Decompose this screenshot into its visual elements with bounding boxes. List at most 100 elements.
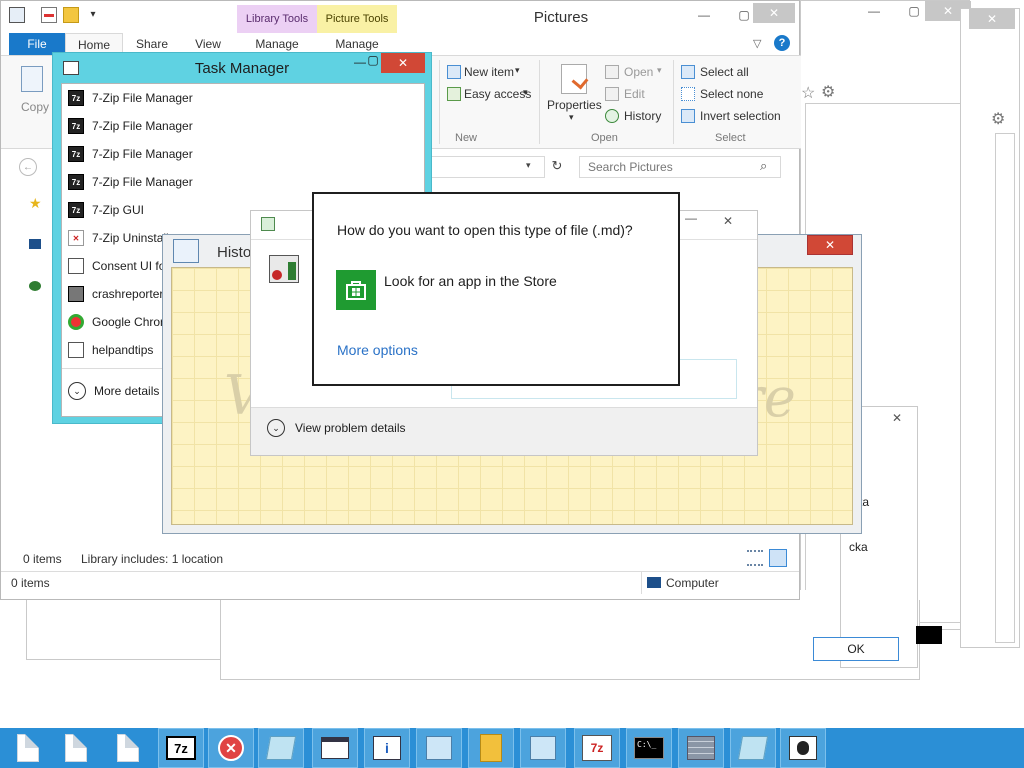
address-bar[interactable]: ▾ bbox=[431, 156, 545, 178]
list-item[interactable]: Google Chron bbox=[68, 308, 167, 336]
close-button[interactable]: ✕ bbox=[969, 9, 1015, 29]
properties-icon[interactable] bbox=[561, 64, 589, 94]
folder-icon[interactable] bbox=[468, 728, 514, 768]
7zip-icon[interactable]: 7z bbox=[158, 728, 204, 768]
list-item[interactable]: 7z 7-Zip File Manager bbox=[68, 84, 193, 112]
invert-selection-button[interactable]: Invert selection bbox=[700, 109, 781, 123]
easy-access-dropdown-icon[interactable]: ▾ bbox=[523, 87, 528, 98]
copy-button[interactable]: Copy bbox=[21, 100, 49, 114]
easy-access-button[interactable]: Easy access bbox=[464, 87, 531, 101]
network-icon[interactable] bbox=[29, 281, 41, 291]
7zip-icon: 7z bbox=[68, 90, 84, 106]
settings-icon[interactable]: ⚙ bbox=[821, 82, 835, 102]
select-all-icon bbox=[681, 65, 695, 79]
properties-icon[interactable] bbox=[41, 7, 57, 23]
background-window-2: ✕ ⚙ bbox=[960, 8, 1020, 648]
cmd-icon[interactable]: C:\_ bbox=[626, 728, 672, 768]
history-app-icon bbox=[173, 239, 199, 263]
search-input[interactable]: Search Pictures ⌕ bbox=[579, 156, 781, 178]
open-button[interactable]: Open bbox=[624, 65, 653, 79]
new-item-button[interactable]: New item bbox=[464, 65, 514, 79]
picture-tools-tab[interactable]: Picture Tools bbox=[317, 5, 397, 33]
window-icon[interactable] bbox=[312, 728, 358, 768]
more-details-button[interactable]: ⌄ More details bbox=[68, 380, 159, 402]
list-item[interactable]: ✕ 7-Zip Uninstall bbox=[68, 224, 169, 252]
crashreporter-icon bbox=[68, 286, 84, 302]
7zip-icon: 7z bbox=[68, 202, 84, 218]
file-icon[interactable] bbox=[114, 728, 142, 768]
list-item[interactable]: Consent UI fo bbox=[68, 252, 165, 280]
large-icons-view-icon[interactable] bbox=[769, 549, 787, 567]
search-icon[interactable]: ⌕ bbox=[760, 158, 767, 174]
list-item[interactable]: 7z 7-Zip File Manager bbox=[68, 168, 193, 196]
title-bar: ▾ Library Tools Picture Tools Pictures —… bbox=[1, 1, 801, 33]
new-folder-icon[interactable] bbox=[63, 7, 79, 23]
bug-icon[interactable] bbox=[780, 728, 826, 768]
list-item[interactable]: helpandtips bbox=[68, 336, 153, 364]
window-icon[interactable] bbox=[730, 728, 776, 768]
title-bar: Task Manager — ▢ ✕ bbox=[53, 53, 431, 83]
address-dropdown-icon[interactable]: ▾ bbox=[526, 160, 531, 171]
file-icon[interactable] bbox=[62, 728, 90, 768]
window-icon[interactable] bbox=[520, 728, 566, 768]
more-options-link[interactable]: More options bbox=[337, 342, 418, 358]
history-button[interactable]: History bbox=[624, 109, 661, 123]
store-icon[interactable] bbox=[336, 270, 376, 310]
customize-toolbar-icon[interactable]: ▾ bbox=[85, 7, 101, 23]
store-option-label[interactable]: Look for an app in the Store bbox=[384, 273, 557, 289]
chevron-down-icon: ⌄ bbox=[68, 382, 86, 400]
back-button[interactable]: ← bbox=[19, 158, 37, 176]
computer-icon bbox=[647, 577, 661, 588]
7zip-icon: 7z bbox=[68, 174, 84, 190]
favorites-icon[interactable]: ★ bbox=[29, 195, 42, 212]
close-button[interactable]: ✕ bbox=[705, 211, 751, 231]
list-item[interactable]: 7z 7-Zip GUI bbox=[68, 196, 144, 224]
firewall-icon[interactable] bbox=[678, 728, 724, 768]
help-icon[interactable]: ? bbox=[774, 35, 790, 51]
favorites-icon[interactable]: ☆ bbox=[801, 83, 815, 103]
view-problem-details-button[interactable]: ⌄ View problem details bbox=[267, 416, 406, 440]
new-item-dropdown-icon[interactable]: ▾ bbox=[515, 65, 520, 76]
window-icon[interactable] bbox=[258, 728, 304, 768]
window-icon bbox=[68, 258, 84, 274]
properties-button[interactable]: Properties bbox=[547, 98, 602, 112]
library-tools-tab[interactable]: Library Tools bbox=[237, 5, 317, 33]
select-none-icon bbox=[681, 87, 695, 101]
error-icon[interactable]: ✕ bbox=[208, 728, 254, 768]
computer-label: Computer bbox=[666, 576, 719, 590]
file-icon[interactable] bbox=[14, 728, 42, 768]
status-items: 0 items bbox=[23, 552, 62, 566]
open-dropdown-icon[interactable]: ▾ bbox=[657, 65, 662, 76]
select-none-button[interactable]: Select none bbox=[700, 87, 763, 101]
minimize-button[interactable]: — bbox=[681, 211, 701, 231]
ie-icon[interactable]: i bbox=[364, 728, 410, 768]
copy-icon[interactable] bbox=[21, 66, 43, 92]
window-icon[interactable] bbox=[416, 728, 462, 768]
7zip-uninstall-icon[interactable]: 7z bbox=[574, 728, 620, 768]
close-button[interactable]: ✕ bbox=[753, 3, 795, 23]
refresh-icon[interactable]: ↻ bbox=[547, 158, 567, 178]
taskbar: 7z ✕ i 7z C:\_ bbox=[0, 728, 1024, 768]
list-item: cka bbox=[849, 540, 868, 554]
list-item[interactable]: crashreporter bbox=[68, 280, 163, 308]
settings-icon[interactable]: ⚙ bbox=[991, 109, 1005, 129]
history-icon bbox=[605, 109, 619, 123]
ok-button[interactable]: OK bbox=[813, 637, 899, 661]
details-view-icon[interactable] bbox=[747, 550, 763, 566]
edit-button[interactable]: Edit bbox=[624, 87, 645, 101]
new-item-icon bbox=[447, 65, 461, 79]
list-item[interactable]: 7z 7-Zip File Manager bbox=[68, 140, 193, 168]
edit-icon bbox=[605, 87, 619, 101]
7zip-icon: 7z bbox=[68, 118, 84, 134]
computer-icon[interactable] bbox=[29, 239, 41, 249]
new-group-label: New bbox=[455, 132, 478, 144]
close-button[interactable]: ✕ bbox=[807, 235, 853, 255]
help-tips-icon bbox=[68, 342, 84, 358]
close-button[interactable]: ✕ bbox=[381, 53, 425, 73]
select-all-button[interactable]: Select all bbox=[700, 65, 749, 79]
window-title: Histo bbox=[217, 244, 252, 261]
list-item[interactable]: 7z 7-Zip File Manager bbox=[68, 112, 193, 140]
close-button[interactable]: ✕ bbox=[877, 409, 917, 427]
expand-ribbon-icon[interactable]: ▽ bbox=[753, 37, 761, 50]
properties-dropdown-icon[interactable]: ▾ bbox=[569, 112, 574, 123]
